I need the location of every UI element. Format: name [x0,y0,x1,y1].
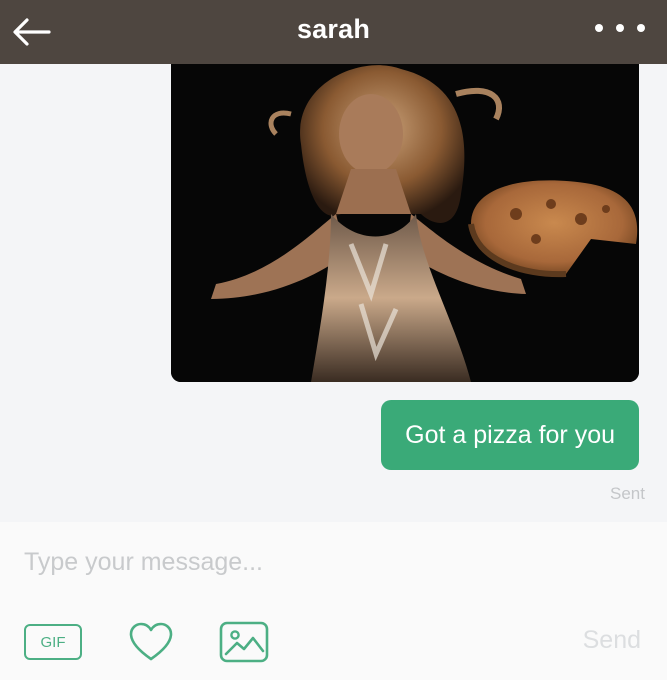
image-icon [219,621,269,663]
send-button[interactable]: Send [583,626,641,655]
gif-button[interactable]: GIF [24,624,82,660]
gif-message[interactable] [171,64,639,382]
chat-screen: sarah Got a pizza for you Sent Type your… [0,0,667,680]
more-dot [616,24,624,32]
more-horizontal-icon [595,24,603,32]
arrow-left-icon [13,18,51,46]
gif-image [171,64,639,382]
heart-icon [129,622,173,661]
message-text: Got a pizza for you [405,420,615,449]
message-status: Sent [610,484,645,503]
more-options-button[interactable] [595,18,645,38]
composer: GIF Send [0,522,667,680]
text-message-bubble[interactable]: Got a pizza for you [381,400,639,470]
chat-header: sarah [0,0,667,64]
contact-name[interactable]: sarah [297,14,370,45]
photo-button[interactable] [217,621,271,663]
more-dot [637,24,645,32]
gif-button-label: GIF [40,633,66,651]
back-button[interactable] [8,10,54,54]
message-input[interactable] [24,542,624,582]
like-button[interactable] [126,622,176,662]
message-list[interactable]: Got a pizza for you Sent [0,64,667,522]
